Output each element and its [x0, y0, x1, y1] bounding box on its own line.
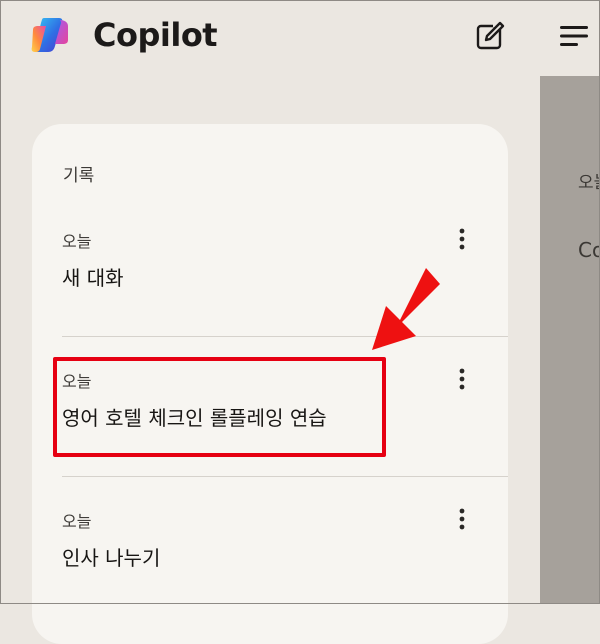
main-content-overlay[interactable]: 오늘 Co: [540, 0, 600, 604]
history-item-more-button[interactable]: [450, 362, 474, 396]
history-item-title: 인사 나누기: [62, 546, 161, 570]
history-item-date: 오늘: [62, 512, 92, 531]
sidebar: Copilot 기록 오늘 새 대화 오늘 영어 호텔 체크인 롤플레잉 연습 …: [0, 0, 540, 644]
hamburger-menu-icon[interactable]: [554, 18, 594, 54]
new-chat-button[interactable]: [470, 16, 510, 56]
app-title: Copilot: [93, 16, 218, 54]
copilot-logo-icon[interactable]: [30, 16, 70, 54]
main-peek-title: Co: [578, 238, 600, 262]
main-header: [540, 0, 600, 76]
history-item-date: 오늘: [62, 232, 92, 251]
main-peek-date: 오늘: [578, 173, 600, 193]
history-item-more-button[interactable]: [450, 222, 474, 256]
history-item[interactable]: 오늘 인사 나누기: [32, 508, 508, 618]
history-divider: [62, 476, 508, 477]
compose-icon: [476, 21, 505, 50]
more-vertical-icon: [459, 508, 465, 530]
pointer-arrow-icon: [372, 268, 440, 350]
sidebar-header: Copilot: [0, 0, 540, 76]
history-item-title: 새 대화: [62, 266, 124, 290]
history-item-more-button[interactable]: [450, 502, 474, 536]
more-vertical-icon: [459, 368, 465, 390]
highlight-annotation-box: [53, 357, 386, 457]
history-section-title: 기록: [63, 166, 95, 186]
more-vertical-icon: [459, 228, 465, 250]
